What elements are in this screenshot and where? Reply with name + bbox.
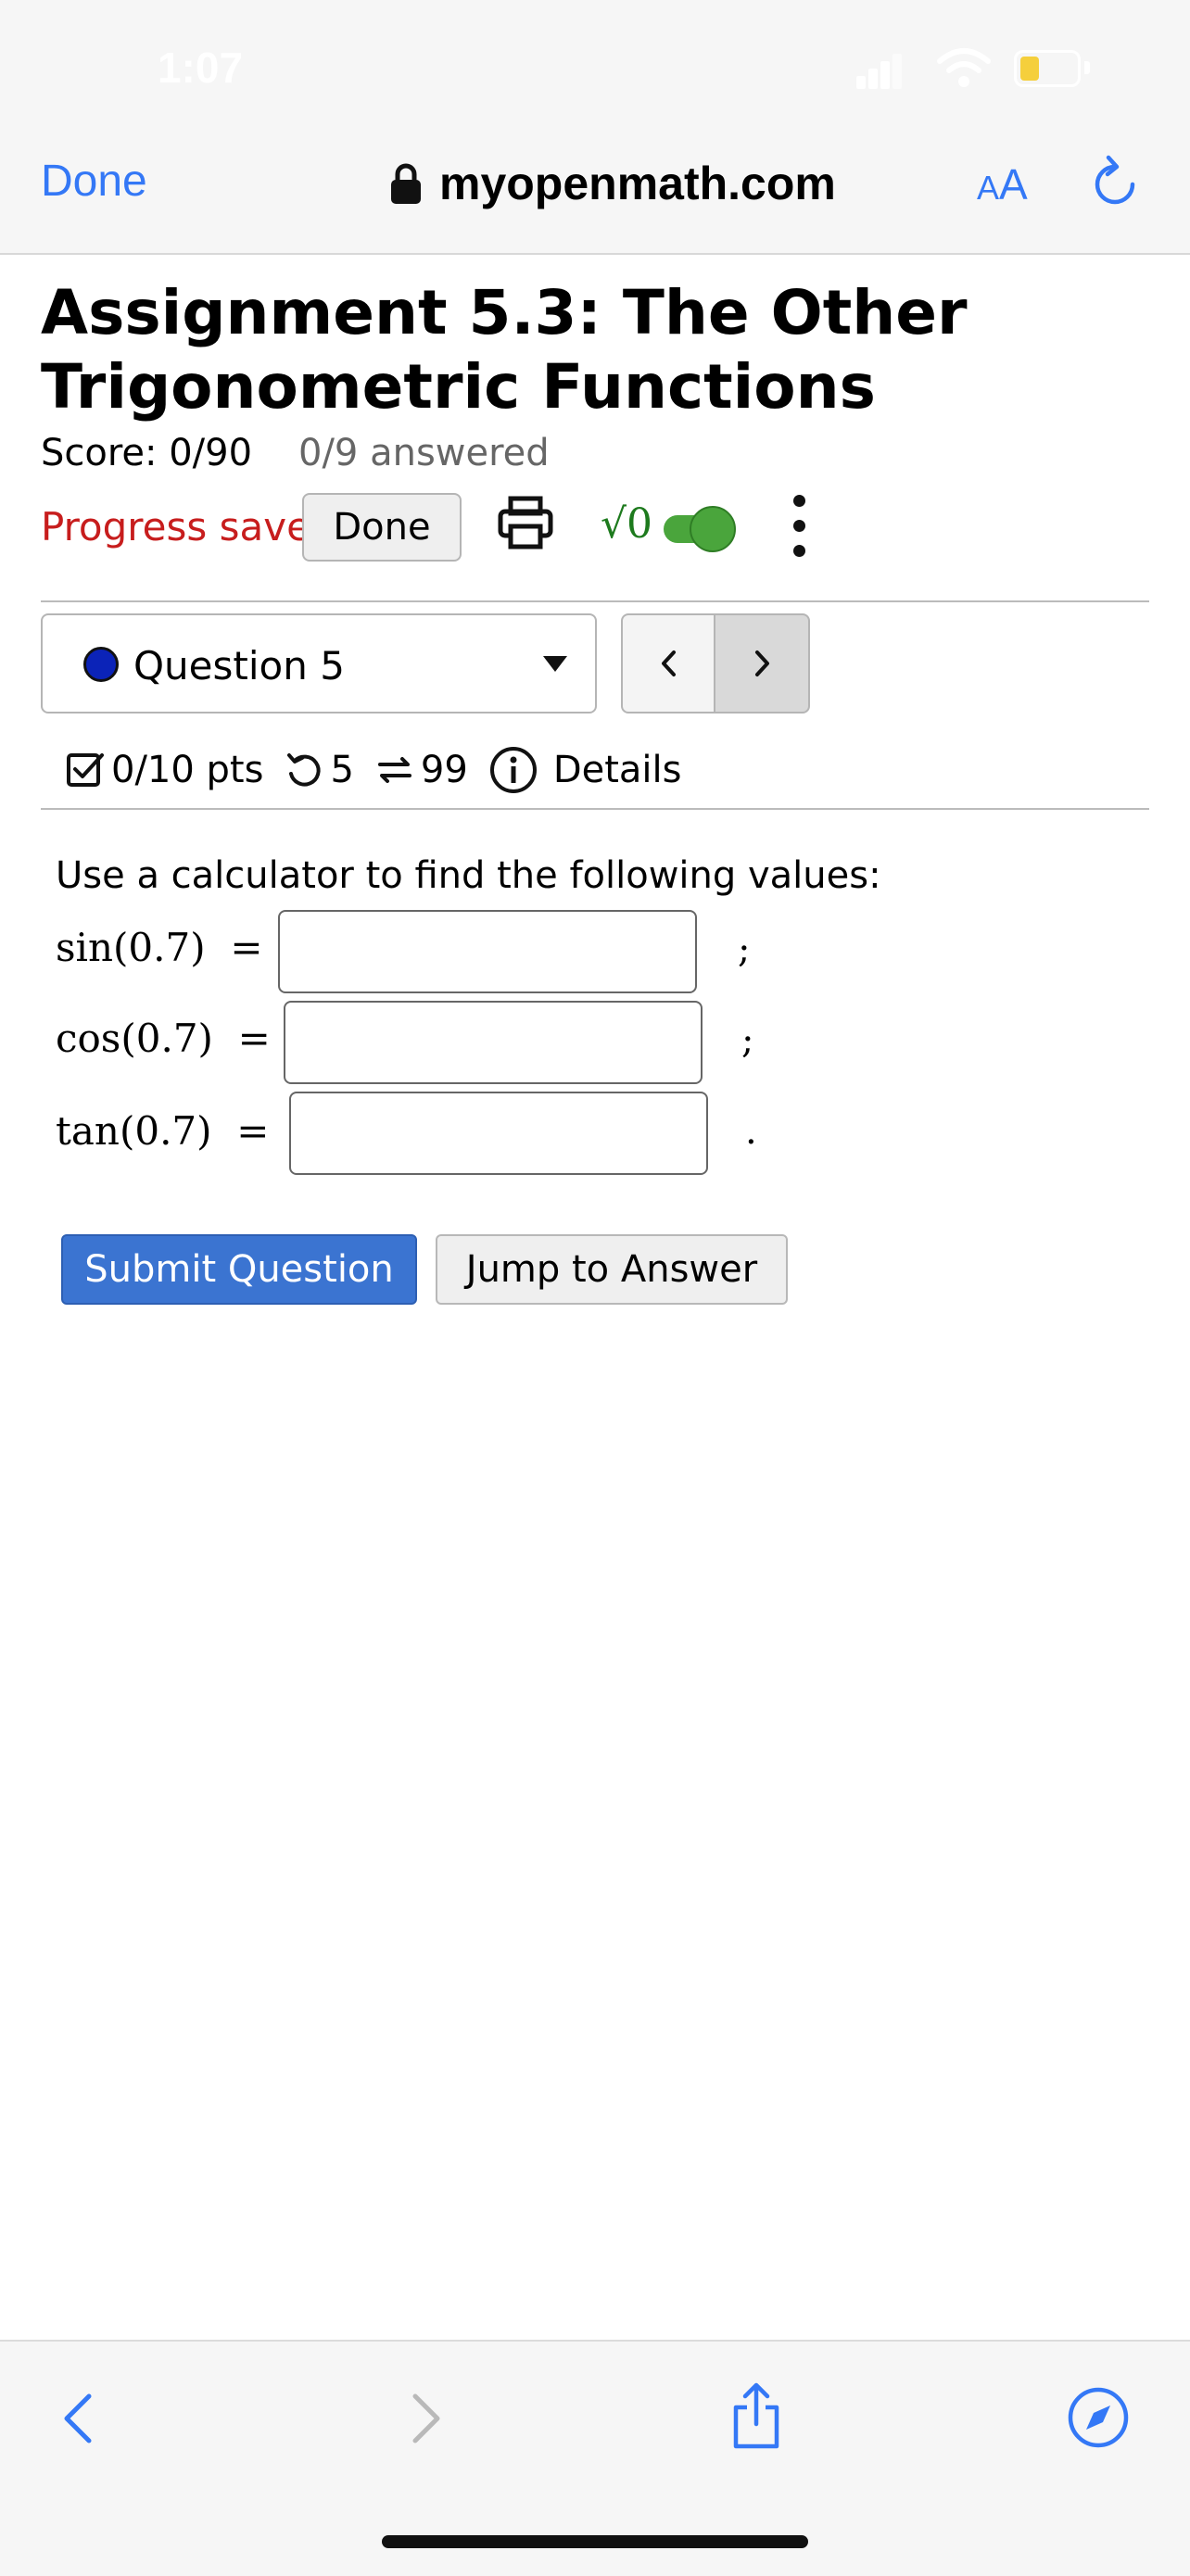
done-button[interactable]: Done <box>302 493 462 562</box>
reload-icon[interactable] <box>1092 154 1138 209</box>
question-selector[interactable]: Question 5 <box>41 613 597 713</box>
next-question-button[interactable] <box>714 613 810 713</box>
versions-count: 99 <box>420 749 468 791</box>
score-text: Score: 0/90 <box>41 432 253 474</box>
address-bar[interactable]: myopenmath.com <box>389 150 836 217</box>
question-prompt: Use a calculator to find the following v… <box>56 854 881 897</box>
progress-saved-status: Progress saved <box>41 504 335 549</box>
question-meta-row: 0/10 pts 5 99 Details <box>65 738 681 802</box>
browser-done-button[interactable]: Done <box>41 156 147 207</box>
previous-question-button[interactable] <box>621 613 715 713</box>
forward-icon[interactable] <box>408 2391 445 2446</box>
points-text: 0/10 pts <box>111 749 264 791</box>
cos-expression-text: cos(0.7) <box>56 1016 213 1061</box>
battery-icon <box>1014 50 1081 87</box>
battery-nub <box>1084 61 1090 74</box>
cellular-signal-icon <box>856 52 903 89</box>
text-size-button[interactable]: AA <box>977 159 1028 209</box>
equals-sign: = <box>237 1016 271 1061</box>
answered-count: 0/9 answered <box>298 432 550 474</box>
sin-expression: sin(0.7) = <box>56 925 263 970</box>
print-icon[interactable] <box>497 493 554 552</box>
divider <box>41 600 1149 602</box>
equals-sign: = <box>230 925 263 970</box>
jump-to-answer-button[interactable]: Jump to Answer <box>436 1234 788 1305</box>
url-text: myopenmath.com <box>439 158 836 209</box>
separator: ; <box>741 1019 754 1062</box>
lock-icon <box>391 163 421 204</box>
retries-count: 5 <box>330 749 354 791</box>
equals-sign: = <box>236 1108 270 1154</box>
compass-icon[interactable] <box>1066 2385 1131 2450</box>
tan-answer-input[interactable] <box>289 1092 708 1175</box>
more-options-icon[interactable] <box>788 493 810 560</box>
page-title: Assignment 5.3: The Other Trigonometric … <box>41 277 968 423</box>
checkbox-points-icon <box>67 753 104 787</box>
chevron-right-icon <box>755 650 769 676</box>
sin-expression-text: sin(0.7) <box>56 925 206 970</box>
chevron-left-icon <box>662 650 676 676</box>
tan-expression-text: tan(0.7) <box>56 1108 212 1154</box>
dropdown-caret-icon <box>543 656 567 672</box>
cos-answer-input[interactable] <box>284 1001 703 1084</box>
math-entry-toggle-knob[interactable] <box>690 506 736 552</box>
divider <box>41 808 1149 810</box>
separator: . <box>745 1110 757 1153</box>
back-icon[interactable] <box>59 2391 96 2446</box>
submit-question-button[interactable]: Submit Question <box>61 1234 417 1305</box>
wifi-icon <box>937 48 991 87</box>
status-time: 1:07 <box>158 44 244 92</box>
sin-answer-input[interactable] <box>278 910 697 993</box>
question-status-dot <box>83 647 119 682</box>
retry-icon <box>287 753 322 787</box>
text-size-small-a: A <box>977 169 1000 207</box>
tan-expression: tan(0.7) = <box>56 1108 269 1154</box>
details-link[interactable]: Details <box>553 749 682 791</box>
text-size-large-a: A <box>999 160 1028 208</box>
separator: ; <box>738 928 751 971</box>
cos-expression: cos(0.7) = <box>56 1016 271 1061</box>
home-indicator <box>382 2535 808 2548</box>
question-selector-label: Question 5 <box>133 643 345 688</box>
info-icon[interactable] <box>488 745 538 795</box>
versions-icon <box>377 757 411 783</box>
share-icon[interactable] <box>728 2381 784 2452</box>
math-entry-toggle-label[interactable]: √0 <box>601 500 652 548</box>
